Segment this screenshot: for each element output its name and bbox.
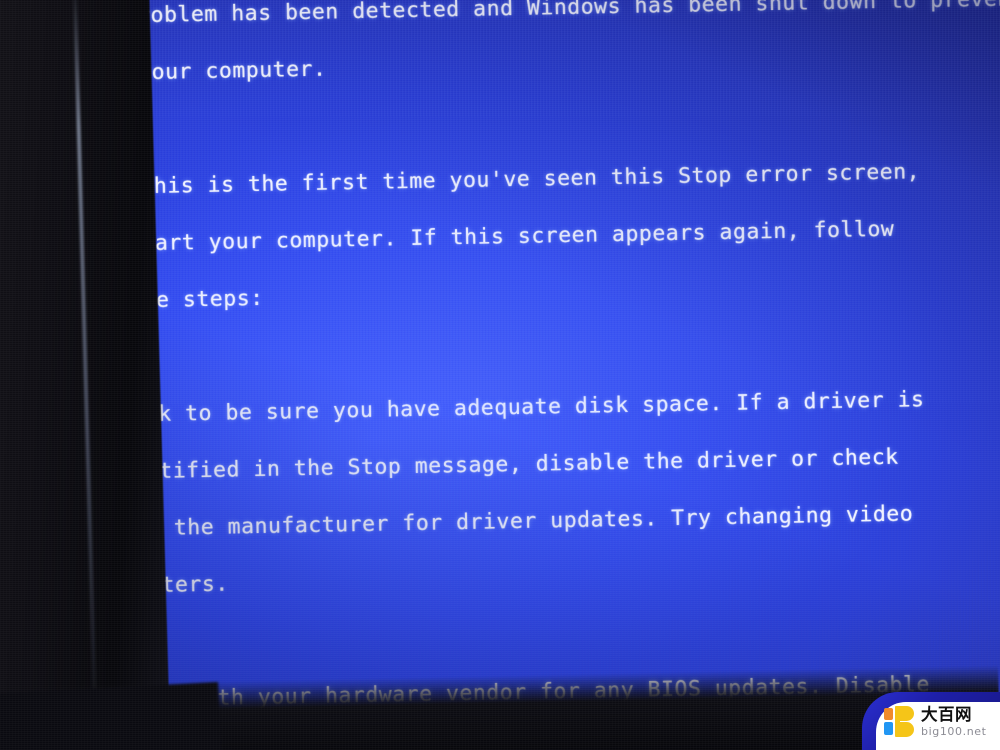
bsod-disk-line1: Check to be sure you have adequate disk … [104,386,925,428]
bsod-disk-line2: identified in the Stop message, disable … [105,444,899,485]
site-watermark: 大百网 big100.net [862,692,1000,750]
bsod-intro-line1: A problem has been detected and Windows … [97,0,1000,28]
bsod-firsttime-line2: restart your computer. If this screen ap… [100,216,895,257]
bsod-firsttime-line1: If this is the first time you've seen th… [99,158,921,200]
bsod-firsttime-line3: these steps: [102,285,264,314]
watermark-chinese-label: 大百网 [921,704,972,724]
monitor-bezel-bottom-left [0,682,222,750]
bsod-text: A problem has been detected and Windows … [96,0,1000,734]
watermark-text: 大百网 big100.net [921,704,987,739]
bsod-disk-line3: with the manufacturer for driver updates… [106,500,914,542]
screenshot-root: A problem has been detected and Windows … [0,0,1000,750]
bsod-intro-line2: to your computer. [97,56,327,86]
watermark-content: 大百网 big100.net [884,706,987,738]
watermark-english-label: big100.net [921,725,987,739]
big100-logo-icon [884,706,914,738]
monitor-screen: A problem has been detected and Windows … [96,0,1000,734]
bsod-disk-line4: adapters. [107,571,229,599]
